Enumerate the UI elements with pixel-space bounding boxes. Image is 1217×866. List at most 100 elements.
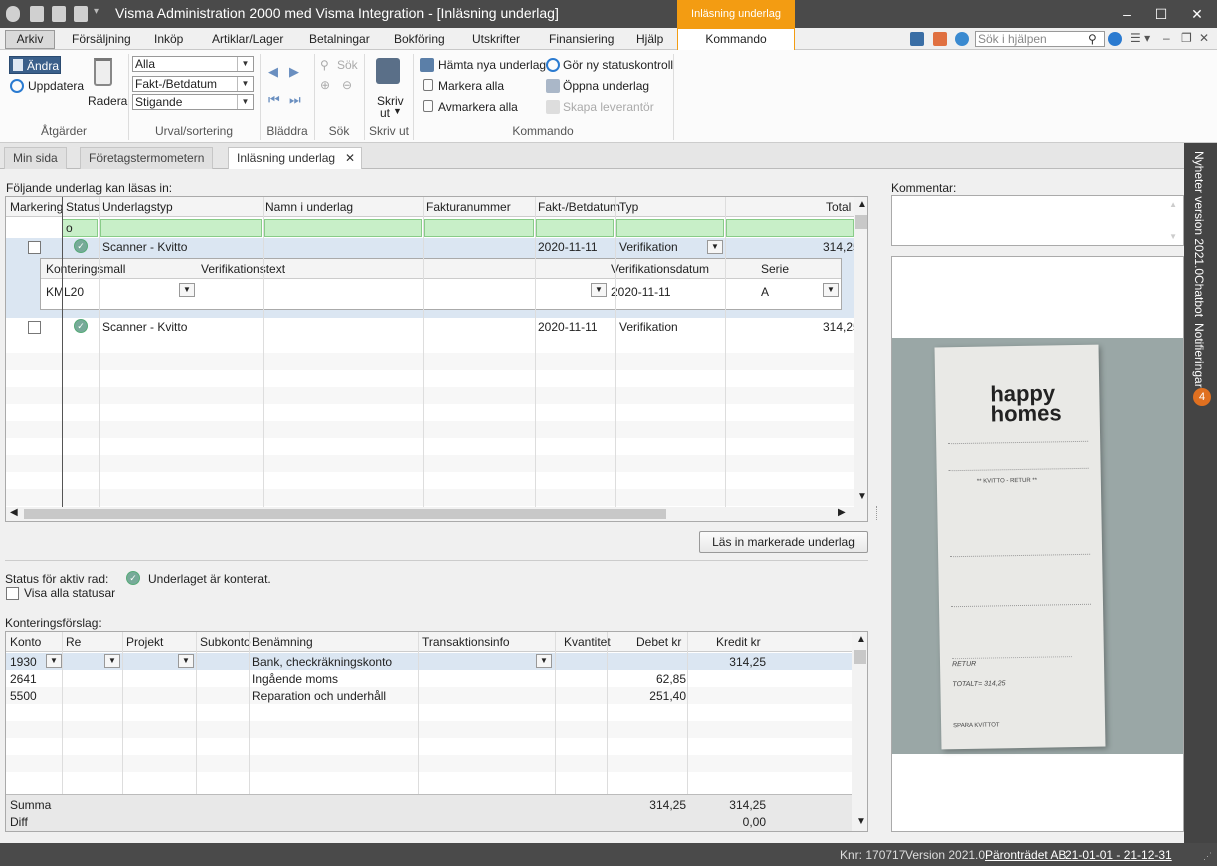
table-row[interactable]: ✓ Scanner - Kvitto 2020-11-11 Verifikati…	[6, 318, 860, 336]
visa-alla-checkbox[interactable]	[6, 587, 19, 600]
filter-cell[interactable]	[616, 219, 724, 237]
chevron-down-icon[interactable]: ▼	[178, 654, 194, 668]
col-debet[interactable]: Debet kr	[636, 635, 681, 649]
chevron-down-icon[interactable]: ▼	[536, 654, 552, 668]
scroll-down-icon[interactable]: ▼	[857, 491, 867, 502]
col-verifikationsdatum[interactable]: Verifikationsdatum	[611, 262, 709, 276]
first-icon[interactable]: ⏮	[268, 92, 280, 108]
chevron-down-icon[interactable]: ▼	[591, 283, 607, 297]
table-row[interactable]: 5500 Reparation och underhåll 251,40	[6, 687, 852, 704]
menu-hjalp[interactable]: Hjälp	[636, 32, 663, 46]
trash-icon[interactable]	[94, 58, 112, 86]
printer-icon[interactable]	[376, 58, 400, 84]
table-row[interactable]: ✓ Scanner - Kvitto 2020-11-11 Verifikati…	[6, 238, 860, 256]
filter-cell[interactable]	[264, 219, 422, 237]
col-benamning[interactable]: Benämning	[252, 635, 313, 649]
menu-kommando[interactable]: Kommando	[677, 28, 795, 50]
col-konteringsmall[interactable]: Konteringsmall	[46, 262, 125, 276]
scroll-left-icon[interactable]: ◀	[10, 507, 18, 518]
scroll-up-icon[interactable]: ▲	[857, 199, 867, 210]
chevron-down-icon[interactable]: ▼	[46, 654, 62, 668]
col-underlagstyp[interactable]: Underlagstyp	[102, 200, 173, 214]
konteringsmall-value[interactable]: KML20	[46, 285, 84, 299]
col-transaktionsinfo[interactable]: Transaktionsinfo	[422, 635, 510, 649]
nyheter-tab[interactable]: Nyheter version 2021.0	[1192, 151, 1206, 275]
next-icon[interactable]: ▶	[289, 64, 299, 80]
close-button[interactable]: ✕	[1182, 4, 1212, 24]
col-total[interactable]: Total	[826, 200, 851, 214]
options-icon[interactable]: ☰ ▾	[1130, 31, 1150, 45]
serie-value[interactable]: A	[761, 285, 769, 299]
minimize-button[interactable]: –	[1112, 4, 1142, 24]
doc-restore-button[interactable]: ❐	[1181, 31, 1192, 45]
chevron-down-icon[interactable]: ▼	[707, 240, 723, 254]
filter-cell[interactable]	[536, 219, 614, 237]
table-row[interactable]: 2641 Ingående moms 62,85	[6, 670, 852, 687]
doc-minimize-button[interactable]: –	[1163, 31, 1170, 45]
previous-icon[interactable]: ◀	[268, 64, 278, 80]
search-icon[interactable]: ⚲	[320, 58, 329, 72]
filter-cell[interactable]	[726, 219, 854, 237]
menu-betalningar[interactable]: Betalningar	[309, 32, 370, 46]
filter-cell[interactable]	[100, 219, 262, 237]
col-kredit[interactable]: Kredit kr	[716, 635, 761, 649]
statuskontroll-button[interactable]: Gör ny statuskontroll	[563, 58, 673, 72]
filter-cell[interactable]	[424, 219, 534, 237]
menu-artiklar-lager[interactable]: Artiklar/Lager	[212, 32, 283, 46]
quick-access-dropdown-icon[interactable]: ▾	[94, 6, 108, 22]
col-verifikationstext[interactable]: Verifikationstext	[201, 262, 285, 276]
scroll-up-icon[interactable]: ▲	[856, 634, 866, 645]
quick-save-icon[interactable]	[52, 6, 66, 22]
kommentar-textarea[interactable]: ▲ ▼	[891, 195, 1184, 246]
vertical-scrollbar[interactable]: ▲ ▼	[852, 632, 867, 831]
sortorder-select[interactable]: Stigande ▼	[132, 94, 254, 110]
zoom-in-icon[interactable]: ⊕	[320, 78, 330, 92]
chevron-down-icon[interactable]: ▼	[823, 283, 839, 297]
col-namn[interactable]: Namn i underlag	[265, 200, 353, 214]
col-status[interactable]: Status	[66, 200, 100, 214]
scroll-up-icon[interactable]: ▲	[1169, 200, 1177, 209]
doc-close-button[interactable]: ✕	[1199, 31, 1209, 45]
maximize-button[interactable]: ☐	[1146, 4, 1176, 24]
menu-bokforing[interactable]: Bokföring	[394, 32, 445, 46]
col-fakturanummer[interactable]: Fakturanummer	[426, 200, 511, 214]
scroll-down-icon[interactable]: ▼	[1169, 232, 1177, 241]
hamta-nya-underlag-button[interactable]: Hämta nya underlag	[438, 58, 546, 72]
col-subkonto[interactable]: Subkonto	[200, 635, 251, 649]
row-checkbox[interactable]	[28, 241, 41, 254]
notifieringar-tab[interactable]: Notifieringar	[1192, 323, 1206, 388]
sok-button[interactable]: Sök	[337, 58, 358, 72]
vertical-scrollbar[interactable]: ▲ ▼	[854, 197, 867, 507]
andra-button[interactable]: Ändra	[9, 56, 61, 74]
splitter[interactable]	[5, 560, 868, 561]
tab-min-sida[interactable]: Min sida	[4, 147, 67, 169]
help-icon[interactable]	[1108, 32, 1122, 46]
skapa-leverantor-button[interactable]: Skapa leverantör	[563, 100, 654, 114]
radera-button[interactable]: Radera	[88, 94, 127, 108]
chatbot-tab[interactable]: Chatbot	[1192, 275, 1206, 317]
col-kvantitet[interactable]: Kvantitet	[564, 635, 611, 649]
scroll-down-icon[interactable]: ▼	[856, 816, 866, 827]
zoom-out-icon[interactable]: ⊖	[342, 78, 352, 92]
col-projekt[interactable]: Projekt	[126, 635, 163, 649]
menu-utskrifter[interactable]: Utskrifter	[472, 32, 520, 46]
help-search-input[interactable]: Sök i hjälpen	[975, 31, 1105, 47]
col-datum[interactable]: Fakt-/Betdatum	[538, 200, 620, 214]
avmarkera-alla-button[interactable]: Avmarkera alla	[438, 100, 518, 114]
company-link[interactable]: Päronträdet AB	[985, 848, 1066, 862]
globe-icon[interactable]	[955, 32, 969, 46]
col-markering[interactable]: Markering	[10, 200, 63, 214]
verifikationsdatum-value[interactable]: 2020-11-11	[611, 285, 671, 299]
chevron-down-icon[interactable]: ▼	[104, 654, 120, 668]
col-typ[interactable]: Typ	[619, 200, 638, 214]
markera-alla-button[interactable]: Markera alla	[438, 79, 504, 93]
resize-grip-icon[interactable]: ⋰	[1203, 851, 1212, 862]
filter-select[interactable]: Alla ▼	[132, 56, 254, 72]
col-serie[interactable]: Serie	[761, 262, 789, 276]
horizontal-scrollbar[interactable]: ◀ ▶	[6, 507, 867, 521]
menu-finansiering[interactable]: Finansiering	[549, 32, 614, 46]
vertical-splitter[interactable]	[876, 506, 878, 520]
las-in-button[interactable]: Läs in markerade underlag	[699, 531, 868, 553]
sortfield-select[interactable]: Fakt-/Betdatum ▼	[132, 76, 254, 92]
quick-new-icon[interactable]	[30, 6, 44, 22]
